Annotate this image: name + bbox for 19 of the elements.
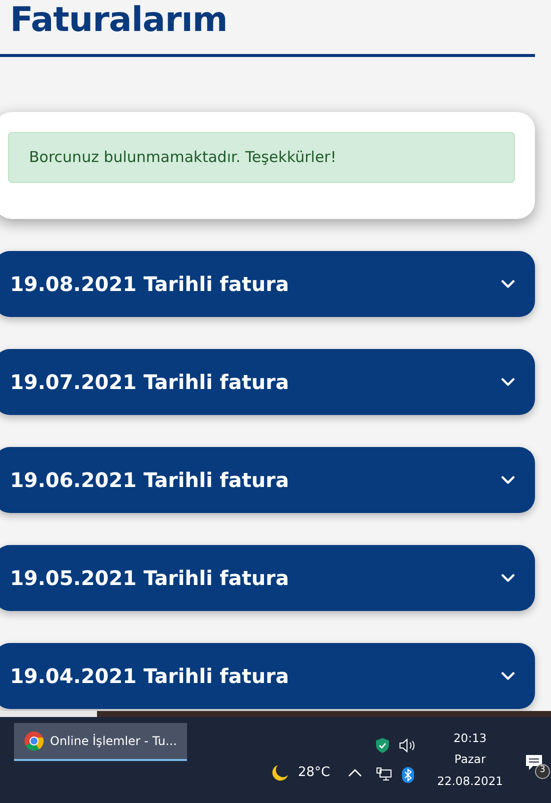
- success-alert: Borcunuz bulunmamaktadır. Teşekkürler!: [8, 132, 515, 182]
- accordion-header[interactable]: 19.08.2021 Tarihli fatura: [0, 250, 535, 316]
- browser-icon: [24, 731, 44, 751]
- accordion-header[interactable]: 19.07.2021 Tarihli fatura: [0, 348, 535, 414]
- speaker-icon[interactable]: [399, 738, 418, 752]
- notification-icon[interactable]: [525, 754, 543, 772]
- network-icon[interactable]: [376, 766, 392, 780]
- temperature-text: 28°C: [298, 764, 330, 782]
- clock[interactable]: 20:13 Pazar 22.08.2021: [431, 730, 509, 790]
- page-title: Faturalarım: [9, 0, 228, 40]
- bluetooth-icon[interactable]: [402, 766, 414, 782]
- moon-icon: [270, 763, 290, 783]
- notification-count: 3: [535, 764, 550, 779]
- chevron-up-icon[interactable]: [348, 768, 362, 778]
- accordion-header[interactable]: 19.06.2021 Tarihli fatura: [0, 446, 535, 512]
- accordion-header[interactable]: 19.05.2021 Tarihli fatura: [0, 544, 535, 610]
- taskbar-app-button[interactable]: Online İşlemler - Tu...: [14, 723, 187, 761]
- accordion-header[interactable]: 19.04.2021 Tarihli fatura: [0, 642, 535, 708]
- shield-icon[interactable]: [376, 738, 390, 752]
